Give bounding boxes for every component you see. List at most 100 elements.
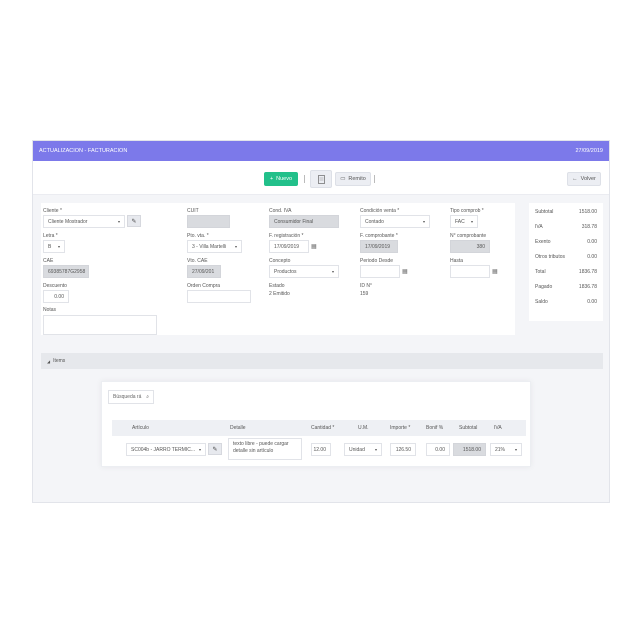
totals-row: Saldo 0.00 bbox=[535, 299, 597, 305]
cond-iva-label: Cond. IVA bbox=[269, 208, 292, 214]
title-bar: ACTUALIZACION - FACTURACION 27/09/2019 bbox=[33, 141, 609, 161]
orden-compra-label: Orden Compra bbox=[187, 283, 221, 289]
chevron-down-icon: ▾ bbox=[234, 244, 237, 249]
condicion-venta-select[interactable]: Contado ▾ bbox=[360, 215, 430, 228]
tipo-comprob-label: Tipo comprob * bbox=[450, 208, 484, 214]
chevron-down-icon: ▾ bbox=[470, 219, 473, 224]
column-header: Bonif % bbox=[426, 425, 444, 431]
search-icon[interactable]: ⌕ bbox=[146, 394, 149, 400]
quick-search-input[interactable]: Búsqueda rá ⌕ bbox=[108, 390, 154, 404]
cae-field[interactable]: 69385787G2958 bbox=[43, 265, 89, 278]
totals-row: Pagado 1836.78 bbox=[535, 284, 597, 290]
cuit-label: CUIT bbox=[187, 208, 199, 214]
um-select[interactable]: Unidad ▾ bbox=[344, 443, 382, 456]
notas-label: Notas bbox=[43, 307, 57, 313]
hasta-label: Hasta bbox=[450, 258, 464, 264]
plus-icon: + bbox=[269, 176, 274, 182]
f-registracion-label: F. registración * bbox=[269, 233, 304, 239]
importe-input[interactable]: 126.50 bbox=[390, 443, 416, 456]
notas-textarea[interactable] bbox=[43, 315, 157, 335]
id-value: 159 bbox=[360, 291, 369, 297]
chevron-down-icon: ▾ bbox=[422, 219, 425, 224]
pto-vta-select[interactable]: 3 - Villa Martelli ▾ bbox=[187, 240, 242, 253]
f-registracion-input[interactable]: 17/09/2019 bbox=[269, 240, 309, 253]
articulo-select[interactable]: SC004b - JARRO TERMIC... ▾ bbox=[126, 443, 206, 456]
totals-row: Subtotal 1518.00 bbox=[535, 209, 597, 215]
edit-icon: ✎ bbox=[212, 446, 218, 453]
edit-cliente-button[interactable]: ✎ bbox=[127, 215, 141, 227]
cliente-label: Cliente * bbox=[43, 208, 62, 214]
chevron-down-icon: ▾ bbox=[331, 269, 334, 274]
invoice-form: Cliente * Cliente Mostrador ▾ ✎ CUIT Con… bbox=[41, 203, 515, 335]
toolbar: + Nuevo ▭ Remito ← Volver bbox=[33, 161, 609, 195]
cuit-field[interactable] bbox=[187, 215, 230, 228]
cantidad-input[interactable]: 12.00 bbox=[311, 443, 331, 456]
periodo-desde-input[interactable] bbox=[360, 265, 400, 278]
hasta-input[interactable] bbox=[450, 265, 490, 278]
column-header: IVA bbox=[494, 425, 502, 431]
bonif-input[interactable]: 0.00 bbox=[426, 443, 450, 456]
column-header: Cantidad * bbox=[311, 425, 335, 431]
column-header: Subtotal bbox=[459, 425, 478, 431]
tipo-comprob-select[interactable]: FAC ▾ bbox=[450, 215, 478, 228]
items-panel: Búsqueda rá ⌕ Artículo Detalle Cantidad … bbox=[101, 381, 531, 467]
chevron-down-icon: ▾ bbox=[514, 447, 517, 452]
descuento-label: Descuento bbox=[43, 283, 67, 289]
table-row: SC004b - JARRO TERMIC... ▾ ✎ texto libre… bbox=[112, 436, 526, 462]
column-header: Importe * bbox=[390, 425, 411, 431]
iva-select[interactable]: 21% ▾ bbox=[490, 443, 522, 456]
document-button[interactable] bbox=[310, 170, 332, 188]
periodo-desde-label: Periodo Desde bbox=[360, 258, 394, 264]
concepto-label: Concepto bbox=[269, 258, 291, 264]
letra-label: Letra * bbox=[43, 233, 58, 239]
totals-panel: Subtotal 1518.00 IVA 318.78 Exento 0.00 Otr… bbox=[529, 203, 603, 321]
estado-value: 2 Emitido bbox=[269, 291, 290, 297]
vto-cae-field[interactable]: 27/09/201 bbox=[187, 265, 221, 278]
n-comprobante-field[interactable]: 380 bbox=[450, 240, 490, 253]
pto-vta-label: Pto. vta. * bbox=[187, 233, 209, 239]
cae-label: CAE bbox=[43, 258, 54, 264]
remito-button[interactable]: ▭ Remito bbox=[335, 172, 371, 186]
toolbar-divider bbox=[304, 175, 305, 183]
totals-row: IVA 318.78 bbox=[535, 224, 597, 230]
n-comprobante-label: N° comprobante bbox=[450, 233, 487, 239]
document-icon bbox=[317, 174, 325, 184]
concepto-select[interactable]: Productos ▾ bbox=[269, 265, 339, 278]
calendar-icon[interactable]: ▦ bbox=[311, 243, 317, 250]
chevron-down-icon: ▾ bbox=[117, 219, 120, 224]
calendar-icon[interactable]: ▦ bbox=[402, 268, 408, 275]
f-comprobante-field[interactable]: 17/09/2019 bbox=[360, 240, 398, 253]
column-header: U.M. bbox=[358, 425, 369, 431]
cond-iva-field[interactable]: Consumidor Final bbox=[269, 215, 339, 228]
arrow-left-icon: ← bbox=[572, 176, 578, 182]
subtotal-field[interactable]: 1518.00 bbox=[453, 443, 486, 456]
column-header: Artículo bbox=[132, 425, 149, 431]
totals-row: Total 1836.78 bbox=[535, 269, 597, 275]
descuento-input[interactable]: 0.00 bbox=[43, 290, 69, 303]
f-comprobante-label: F. comprobante * bbox=[360, 233, 398, 239]
column-header: Detalle bbox=[230, 425, 246, 431]
letra-select[interactable]: B ▾ bbox=[43, 240, 65, 253]
totals-row: Otros tributos 0.00 bbox=[535, 254, 597, 260]
chevron-down-icon: ▾ bbox=[57, 244, 60, 249]
vto-cae-label: Vto. CAE bbox=[187, 258, 208, 264]
page-title: ACTUALIZACION - FACTURACION bbox=[39, 148, 128, 154]
cliente-select[interactable]: Cliente Mostrador ▾ bbox=[43, 215, 125, 228]
id-label: ID N° bbox=[360, 283, 372, 289]
items-table-header: Artículo Detalle Cantidad * U.M. Importe… bbox=[112, 420, 526, 436]
main-frame: ACTUALIZACION - FACTURACION 27/09/2019 +… bbox=[32, 140, 610, 503]
orden-compra-input[interactable] bbox=[187, 290, 251, 303]
chevron-down-icon: ▾ bbox=[198, 447, 201, 452]
toolbar-divider bbox=[374, 175, 375, 183]
chevron-down-icon: ▾ bbox=[374, 447, 377, 452]
items-section-toggle[interactable]: ◢ Items bbox=[41, 353, 603, 369]
calendar-icon[interactable]: ▦ bbox=[492, 268, 498, 275]
detalle-textarea[interactable]: texto libre - puede cargar detalle sin a… bbox=[228, 438, 302, 460]
collapse-triangle-icon: ◢ bbox=[47, 358, 51, 364]
header-date: 27/09/2019 bbox=[575, 148, 603, 154]
edit-articulo-button[interactable]: ✎ bbox=[208, 443, 222, 455]
nuevo-button[interactable]: + Nuevo bbox=[264, 172, 298, 186]
volver-button[interactable]: ← Volver bbox=[567, 172, 601, 186]
condicion-venta-label: Condición venta * bbox=[360, 208, 400, 214]
totals-row: Exento 0.00 bbox=[535, 239, 597, 245]
